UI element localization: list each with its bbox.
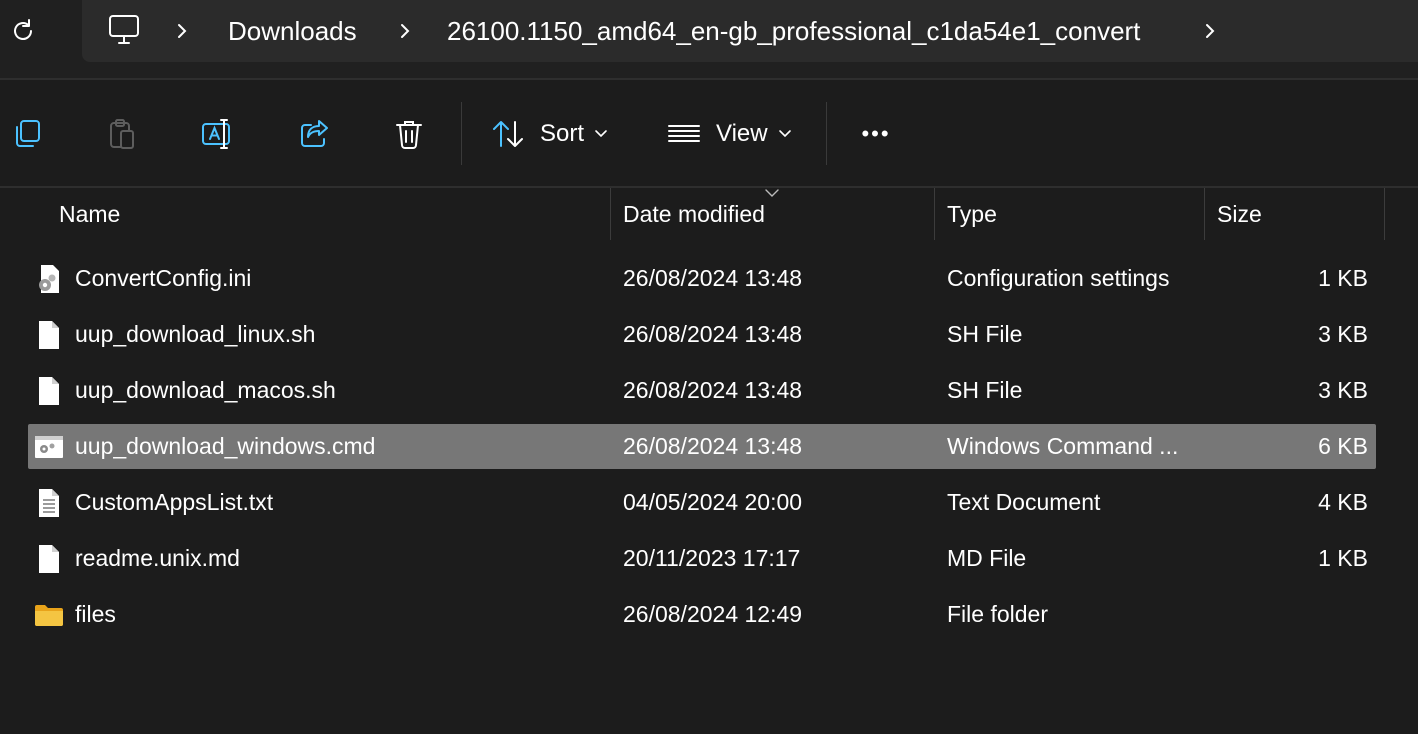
chevron-right-icon[interactable] [395,0,415,62]
config-file-icon [34,264,64,294]
monitor-icon[interactable] [106,12,142,48]
sort-label: Sort [540,120,585,147]
sort-descending-icon [765,189,779,197]
column-resize-handle[interactable] [1384,188,1385,240]
file-size: 1 KB [1318,545,1368,571]
file-name: ConvertConfig.ini [75,265,252,291]
chevron-down-icon [778,130,791,138]
trash-icon [396,121,422,149]
rename-icon [202,119,230,149]
column-header-size[interactable]: Size [1205,188,1384,240]
file-name: uup_download_macos.sh [75,377,336,403]
file-row[interactable]: readme.unix.md 20/11/2023 17:17 MD File 1 K… [28,536,1376,581]
file-row[interactable]: uup_download_linux.sh 26/08/2024 13:48 SH … [28,312,1376,357]
file-size: 4 KB [1318,489,1368,515]
refresh-button[interactable] [6,14,40,48]
file-name: CustomAppsList.txt [75,489,274,515]
file-row[interactable]: CustomAppsList.txt 04/05/2024 20:00 Text D… [28,480,1376,525]
column-header-name[interactable]: Name [47,188,610,240]
column-header-type[interactable]: Type [935,188,1204,240]
delete-button[interactable] [389,112,429,156]
cmd-file-icon [34,432,64,462]
file-icon [34,376,64,406]
sort-icon [493,121,523,147]
file-type: Configuration settings [947,265,1170,291]
address-box[interactable]: Downloads 26100.1150_amd64_en-gb_profess… [82,0,1418,62]
sort-button[interactable]: Sort [490,112,620,156]
chevron-right-icon[interactable] [1200,0,1220,62]
share-icon [301,120,328,147]
file-type: Text Document [947,489,1101,515]
file-size: 1 KB [1318,265,1368,291]
folder-icon [34,600,64,630]
copy-icon [16,120,40,147]
file-date-modified: 26/08/2024 13:48 [623,321,803,347]
view-button[interactable]: View [666,112,796,156]
file-type: File folder [947,601,1048,627]
more-icon: ••• [861,121,891,146]
command-toolbar: Sort View ••• [0,80,1418,187]
file-type: Windows Command ... [947,433,1179,459]
see-more-button[interactable]: ••• [854,112,898,156]
chevron-right-icon[interactable] [172,0,192,62]
text-file-icon [34,488,64,518]
file-size: 3 KB [1318,377,1368,403]
file-icon [34,544,64,574]
file-row[interactable]: uup_download_windows.cmd 26/08/2024 13:48… [28,424,1376,469]
column-header-row: Name Date modified Type Size [0,188,1418,240]
file-date-modified: 26/08/2024 12:49 [623,601,803,627]
file-row[interactable]: ConvertConfig.ini 26/08/2024 13:48 Configu… [28,256,1376,301]
file-icon [34,320,64,350]
file-name: uup_download_windows.cmd [75,433,376,459]
file-name: readme.unix.md [75,545,240,571]
copy-button[interactable] [6,112,46,156]
file-date-modified: 04/05/2024 20:00 [623,489,803,515]
file-type: SH File [947,377,1023,403]
file-date-modified: 20/11/2023 17:17 [623,545,801,571]
paste-button[interactable] [102,112,142,156]
file-name: files [75,601,116,627]
breadcrumb-downloads[interactable]: Downloads [228,0,357,62]
toolbar-separator [826,102,827,165]
file-date-modified: 26/08/2024 13:48 [623,433,803,459]
rename-button[interactable] [197,112,237,156]
file-type: MD File [947,545,1027,571]
file-size: 3 KB [1318,321,1368,347]
address-bar-row: Downloads 26100.1150_amd64_en-gb_profess… [0,0,1418,78]
file-size: 6 KB [1318,433,1368,459]
file-row[interactable]: files 26/08/2024 12:49 File folder [28,592,1376,637]
toolbar-separator [461,102,462,165]
list-view-icon [668,125,700,142]
chevron-down-icon [595,130,607,138]
paste-icon [110,119,134,149]
breadcrumb-current-folder[interactable]: 26100.1150_amd64_en-gb_professional_c1da… [447,0,1140,62]
file-date-modified: 26/08/2024 13:48 [623,265,803,291]
file-row[interactable]: uup_download_macos.sh 26/08/2024 13:48 SH … [28,368,1376,413]
view-label: View [716,120,768,147]
file-name: uup_download_linux.sh [75,321,316,347]
file-date-modified: 26/08/2024 13:48 [623,377,803,403]
share-button[interactable] [294,112,334,156]
file-type: SH File [947,321,1023,347]
refresh-icon [14,19,32,40]
